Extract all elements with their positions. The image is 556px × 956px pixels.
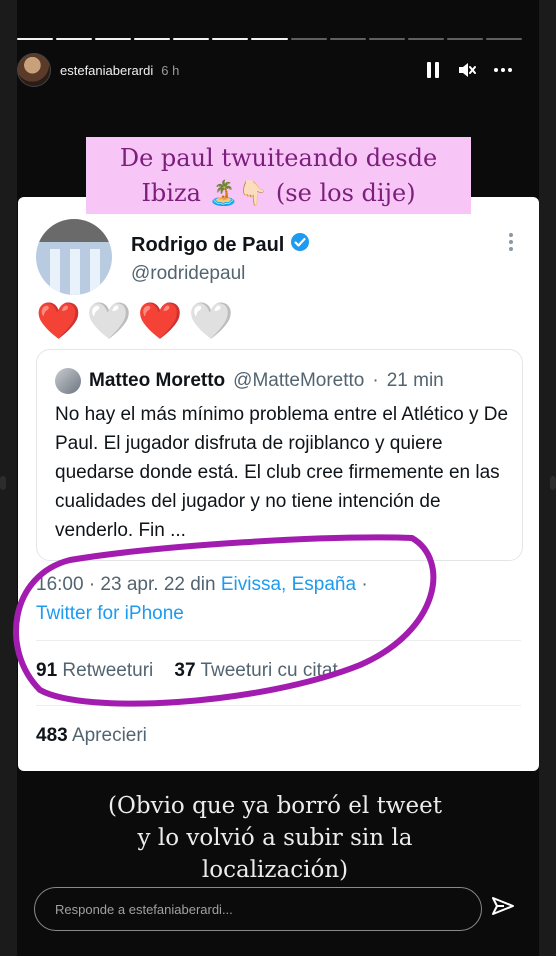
pause-icon[interactable] [426, 62, 440, 78]
tweet-hearts: ❤️ 🤍 ❤️ 🤍 [36, 303, 233, 339]
progress-segment [134, 38, 171, 40]
white-heart-icon: 🤍 [188, 300, 234, 341]
tweet-stats: 91 Retweeturi 37 Tweeturi cu citat [36, 660, 338, 681]
divider [36, 705, 521, 706]
story-caption-bottom: (Obvio que ya borró el tweet y lo volvió… [108, 793, 442, 883]
tweet-author-handle: @rodridepaul [131, 263, 246, 284]
more-icon[interactable] [494, 68, 512, 72]
progress-segment [446, 38, 483, 40]
progress-segment [368, 38, 405, 40]
username[interactable]: estefaniaberardi [60, 63, 153, 78]
progress-segment [17, 38, 54, 40]
tweet-more-icon [509, 233, 513, 256]
tweet-meta: 16:00 · 23 apr. 22 din Eivissa, España ·… [36, 574, 368, 624]
avatar[interactable] [17, 53, 51, 87]
send-icon[interactable] [490, 894, 516, 925]
red-heart-icon: ❤️ [137, 300, 183, 341]
divider [36, 640, 521, 641]
quoted-tweet: Matteo Moretto @MatteMoretto · 21 min No… [36, 349, 523, 561]
progress-segment [173, 38, 210, 40]
quoted-avatar [55, 368, 81, 394]
next-story-edge[interactable] [550, 476, 556, 490]
tweet-avatar [36, 219, 112, 295]
quoted-tweet-text: No hay el más mínimo problema entre el A… [55, 404, 509, 541]
progress-segment [251, 38, 288, 40]
progress-segment [485, 38, 523, 40]
progress-segment [56, 38, 93, 40]
story-time: 6 h [161, 62, 180, 78]
mute-icon[interactable] [458, 62, 476, 78]
verified-badge-icon [290, 232, 310, 258]
prev-story-edge[interactable] [0, 476, 6, 490]
reply-input[interactable]: Responde a estefaniaberardi... [34, 887, 482, 931]
tweet-source: Twitter for iPhone [36, 603, 184, 624]
story-header: estefaniaberardi 6 h [17, 52, 522, 88]
white-heart-icon: 🤍 [86, 300, 132, 341]
tweet-likes: 483 Aprecieri [36, 725, 147, 746]
progress-segment [329, 38, 366, 40]
story-caption-top: De paul twuiteando desde Ibiza 🏝️👇🏻 (se … [86, 137, 471, 214]
story-progress-bar [17, 38, 523, 40]
tweet-author-name: Rodrigo de Paul [131, 232, 310, 258]
progress-segment [290, 38, 327, 40]
progress-segment [95, 38, 132, 40]
progress-segment [212, 38, 249, 40]
tweet-location: Eivissa, España [220, 574, 357, 595]
progress-segment [407, 38, 444, 40]
quoted-tweet-header: Matteo Moretto @MatteMoretto · 21 min [55, 368, 444, 394]
tweet-screenshot: Rodrigo de Paul @rodridepaul ❤️ 🤍 ❤️ 🤍 M… [18, 197, 539, 771]
red-heart-icon: ❤️ [36, 300, 81, 341]
